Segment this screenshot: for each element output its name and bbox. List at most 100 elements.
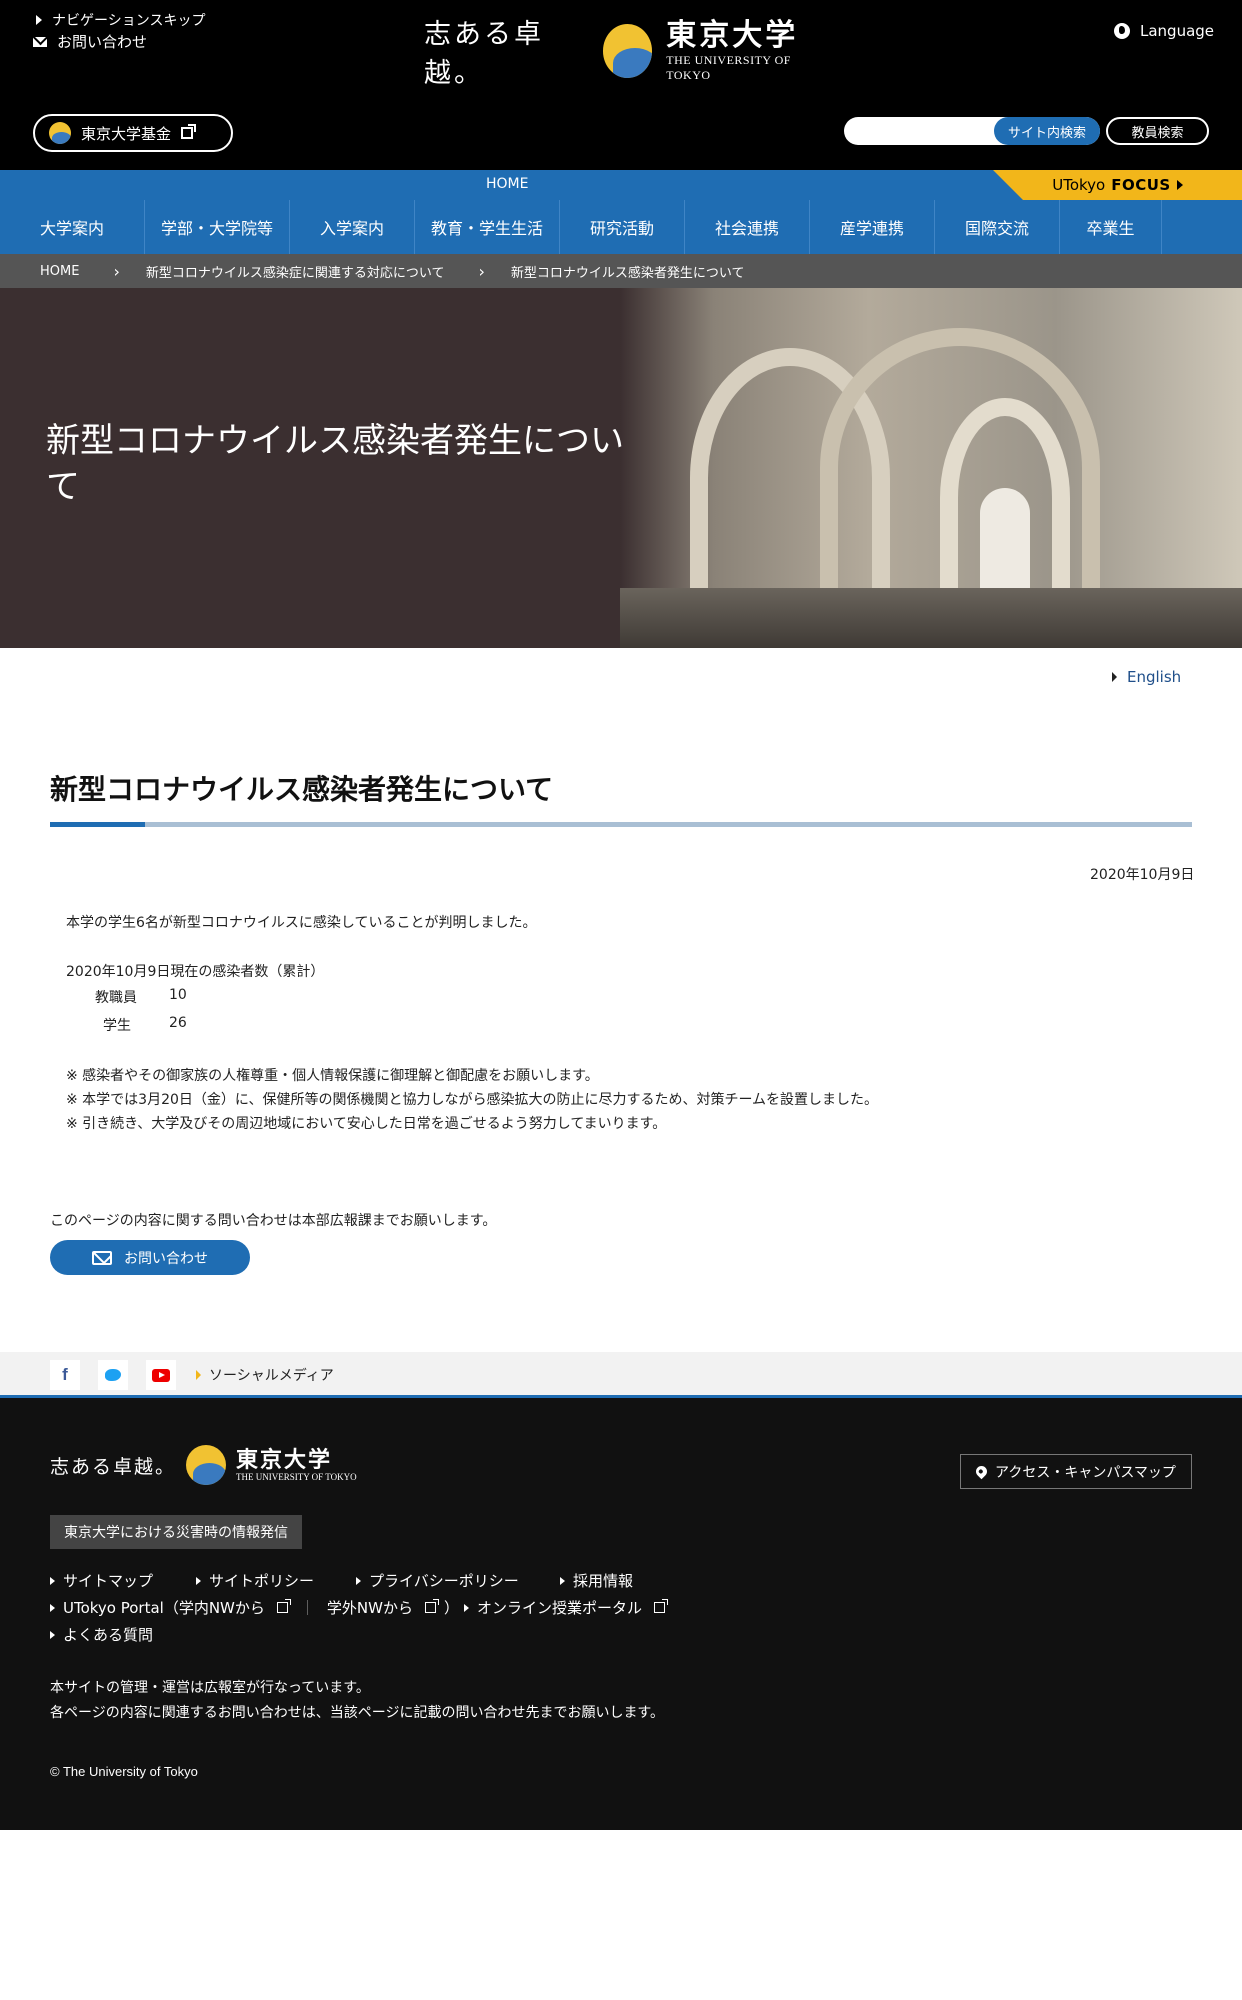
footer-link-policy[interactable]: サイトポリシー: [196, 1570, 314, 1591]
access-map-button[interactable]: アクセス・キャンパスマップ: [960, 1454, 1192, 1489]
triangle-right-icon: [1176, 180, 1183, 190]
footer-link-label: 採用情報: [573, 1572, 634, 1590]
skip-nav-link[interactable]: ナビゲーションスキップ: [36, 10, 205, 30]
twitter-bird-icon: [105, 1369, 121, 1381]
site-logo[interactable]: 志ある卓越。 東京大学 THE UNIVERSITY OF TOKYO: [424, 19, 824, 90]
english-link[interactable]: English: [1112, 668, 1181, 686]
note-item: ※ 感染者やその御家族の人権尊重・個人情報保護に御理解と御配慮をお願いします。: [66, 1068, 599, 1084]
nav-item-industry[interactable]: 産学連携: [810, 200, 935, 254]
footer-link-privacy[interactable]: プライバシーポリシー: [356, 1570, 519, 1591]
triangle-right-icon: [560, 1576, 565, 1585]
triangle-right-icon: [464, 1603, 469, 1612]
nav-item-about[interactable]: 大学案内: [0, 200, 145, 254]
triangle-right-icon: [36, 15, 42, 25]
count-label-students: 学生: [103, 1018, 131, 1034]
fund-label: 東京大学基金: [81, 124, 172, 143]
breadcrumb-current: 新型コロナウイルス感染者発生について: [510, 265, 745, 281]
footer-logo-name-en: THE UNIVERSITY OF TOKYO: [236, 1472, 357, 1482]
contact-button[interactable]: お問い合わせ: [50, 1240, 250, 1275]
nav-item-faculties[interactable]: 学部・大学院等: [145, 200, 290, 254]
footer-link-label: プライバシーポリシー: [369, 1572, 519, 1590]
logo-slogan: 志ある卓越。: [424, 19, 544, 89]
title-underline-accent: [50, 822, 145, 827]
footer-logo-name: 東京大学 THE UNIVERSITY OF TOKYO: [236, 1448, 357, 1482]
copyright: © The University of Tokyo: [50, 1764, 198, 1779]
footer-note: 各ページの内容に関連するお問い合わせは、当該ページに記載の問い合わせ先までお願い…: [50, 1705, 665, 1721]
nav-item-education[interactable]: 教育・学生生活: [415, 200, 560, 254]
triangle-right-icon: [196, 1576, 201, 1585]
breadcrumb-parent[interactable]: 新型コロナウイルス感染症に関連する対応について: [146, 262, 445, 281]
utokyo-focus-link[interactable]: UTokyo FOCUS: [993, 170, 1242, 200]
intro-text: 本学の学生6名が新型コロナウイルスに感染していることが判明しました。: [66, 915, 537, 931]
portal-external-link[interactable]: 学外NWから: [327, 1597, 413, 1618]
count-heading: 2020年10月9日現在の感染者数（累計）: [66, 964, 325, 980]
map-pin-icon: [973, 1463, 990, 1480]
count-value-staff: 10: [169, 987, 187, 1003]
social-bar: f ソーシャルメディア: [0, 1352, 1242, 1398]
breadcrumb-home[interactable]: HOME: [40, 264, 79, 279]
footer-link-faq[interactable]: よくある質問: [50, 1624, 153, 1645]
mail-icon: [33, 36, 47, 47]
note-item: ※ 本学では3月20日（金）に、保健所等の関係機関と協力しながら感染拡大の防止に…: [66, 1092, 879, 1108]
nav-item-society[interactable]: 社会連携: [685, 200, 810, 254]
nav-item-admissions[interactable]: 入学案内: [290, 200, 415, 254]
focus-bold: FOCUS: [1111, 176, 1171, 194]
access-label: アクセス・キャンパスマップ: [995, 1464, 1176, 1481]
social-media-link[interactable]: ソーシャルメディア: [196, 1365, 334, 1385]
triangle-right-icon: [1112, 672, 1117, 682]
nav-item-international[interactable]: 国際交流: [935, 200, 1060, 254]
footer-link-online[interactable]: オンライン授業ポータル: [464, 1597, 669, 1618]
footer-logo-name-jp: 東京大学: [236, 1447, 333, 1473]
count-value-students: 26: [169, 1015, 187, 1031]
corridor-floor: [620, 588, 1242, 648]
social-media-label: ソーシャルメディア: [209, 1368, 334, 1384]
ginkgo-emblem-icon: [186, 1445, 227, 1485]
footer-link-sitemap[interactable]: サイトマップ: [50, 1570, 153, 1591]
nav-filler: [1162, 200, 1242, 254]
corridor-light: [980, 488, 1030, 598]
external-link-icon: [276, 1599, 291, 1613]
logo-name-jp: 東京大学: [666, 18, 799, 53]
nav-item-alumni[interactable]: 卒業生: [1060, 200, 1162, 254]
footer-link-label: サイトマップ: [63, 1572, 154, 1590]
envelope-icon: [92, 1250, 112, 1265]
note-item: ※ 引き続き、大学及びその周辺地域において安心した日常を過ごせるよう努力してまい…: [66, 1116, 667, 1132]
portal-separator: ｜: [299, 1599, 315, 1617]
triangle-right-icon: [50, 1630, 55, 1639]
nav-item-research[interactable]: 研究活動: [560, 200, 685, 254]
disaster-info-button[interactable]: 東京大学における災害時の情報発信: [50, 1515, 302, 1549]
footer-link-portal: UTokyo Portal（学内NWから ｜ 学外NWから ）: [50, 1597, 459, 1618]
title-underline: [50, 822, 1192, 827]
footer-logo[interactable]: 志ある卓越。 東京大学 THE UNIVERSITY OF TOKYO: [50, 1445, 357, 1485]
focus-prefix: UTokyo: [1052, 176, 1106, 194]
home-link[interactable]: HOME: [486, 176, 528, 192]
external-link-icon: [181, 124, 197, 139]
breadcrumb: HOME › 新型コロナウイルス感染症に関連する対応について › 新型コロナウイ…: [0, 254, 1242, 288]
skip-nav-label: ナビゲーションスキップ: [52, 13, 206, 29]
english-label: English: [1127, 668, 1182, 686]
fund-button[interactable]: 東京大学基金: [33, 114, 233, 152]
footer-link-label: サイトポリシー: [209, 1572, 315, 1590]
footer-link-recruit[interactable]: 採用情報: [560, 1570, 633, 1591]
triangle-right-icon: [356, 1576, 361, 1585]
twitter-icon[interactable]: [98, 1360, 128, 1390]
page-title: 新型コロナウイルス感染者発生について: [50, 773, 554, 806]
main-nav: 大学案内 学部・大学院等 入学案内 教育・学生生活 研究活動 社会連携 産学連携…: [0, 200, 1242, 254]
count-label-staff: 教職員: [95, 990, 137, 1006]
site-search-button[interactable]: サイト内検索: [994, 117, 1100, 145]
logo-name: 東京大学 THE UNIVERSITY OF TOKYO: [666, 19, 824, 83]
staff-search-button[interactable]: 教員検索: [1106, 117, 1209, 145]
triangle-right-icon: [50, 1576, 55, 1585]
language-label: Language: [1140, 22, 1215, 40]
facebook-icon[interactable]: f: [50, 1360, 80, 1390]
chevron-right-icon: ›: [113, 261, 120, 281]
youtube-icon[interactable]: [146, 1360, 176, 1390]
triangle-right-icon: [196, 1370, 201, 1380]
language-button[interactable]: Language: [1114, 22, 1214, 40]
footer-logo-slogan: 志ある卓越。: [50, 1455, 177, 1478]
portal-internal-link[interactable]: UTokyo Portal（学内NWから: [63, 1597, 265, 1618]
header-contact-link[interactable]: お問い合わせ: [33, 31, 147, 52]
youtube-play-icon: [152, 1368, 170, 1382]
header-contact-label: お問い合わせ: [57, 33, 148, 51]
contact-note: このページの内容に関する問い合わせは本部広報課までお願いします。: [50, 1213, 497, 1229]
